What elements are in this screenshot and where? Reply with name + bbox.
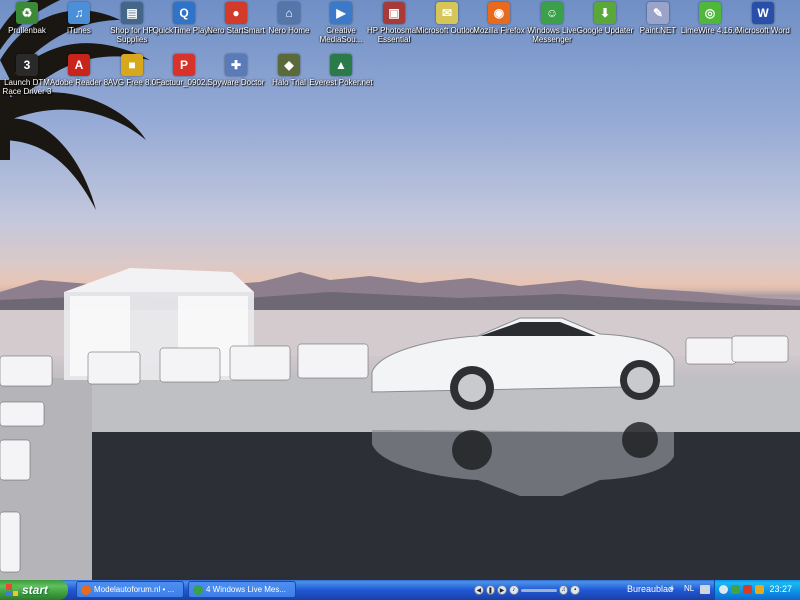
taskbar: start Modelautoforum.nl • ... 4 Windows … — [0, 580, 800, 600]
outlook-icon: ✉ — [436, 2, 458, 24]
desktop-toolbar-label[interactable]: Bureaublad — [627, 584, 673, 594]
adobe-reader-icon: A — [68, 54, 90, 76]
desktop-icon-word[interactable]: W Microsoft Word — [730, 2, 796, 35]
show-hidden-icons-icon[interactable] — [719, 585, 728, 594]
pause-icon[interactable]: ❚ — [485, 585, 496, 595]
previous-icon[interactable]: ◀ — [474, 585, 484, 595]
halo-icon: ◆ — [278, 54, 300, 76]
wallpaper — [0, 0, 800, 580]
messenger-icon — [193, 584, 203, 595]
security-shield-icon[interactable] — [743, 585, 752, 594]
google-updater-icon: ⬇ — [594, 2, 616, 24]
nero-home-icon: ⌂ — [278, 2, 300, 24]
spyware-doctor-icon: ✚ — [225, 54, 247, 76]
volume-max-icon[interactable]: ♫ — [558, 585, 569, 595]
limewire-icon: ◎ — [699, 2, 721, 24]
nero-startsmart-icon: ● — [225, 2, 247, 24]
messenger-icon: ☺ — [541, 2, 563, 24]
pdf-file-icon: P — [173, 54, 195, 76]
task-label: 4 Windows Live Mes... — [206, 585, 287, 594]
windows-flag-icon — [6, 584, 18, 596]
firefox-icon — [81, 584, 91, 595]
word-icon: W — [752, 2, 774, 24]
system-tray: 23:27 — [714, 580, 800, 600]
hp-shop-icon: ▤ — [121, 2, 143, 24]
itunes-icon: ♫ — [68, 2, 90, 24]
paintnet-icon: ✎ — [647, 2, 669, 24]
chevron-icon[interactable]: » — [669, 583, 674, 593]
desktop-icon-everest-poker[interactable]: ▲ Everest Poker.net — [308, 54, 374, 87]
language-indicator[interactable]: NL — [684, 584, 694, 593]
volume-slider[interactable] — [520, 588, 557, 592]
task-label: Modelautoforum.nl • ... — [94, 585, 175, 594]
desktop-icon-label: Everest Poker.net — [309, 78, 373, 87]
desktop-icon-label: Microsoft Word — [736, 26, 790, 35]
hp-photosmart-icon: ▣ — [383, 2, 405, 24]
desktop[interactable]: ♻ Prullenbak ♫ iTunes ▤ Shop for HP Supplies Q… — [0, 0, 800, 580]
media-options-icon[interactable]: ▪ — [570, 585, 580, 595]
taskbar-button-firefox[interactable]: Modelautoforum.nl • ... — [76, 581, 184, 598]
recycle-bin-icon: ♻ — [16, 2, 38, 24]
avg-tray-icon[interactable] — [755, 585, 764, 594]
dtm-race-driver-icon: 3 — [16, 54, 38, 76]
media-player-toolbar: ◀ ❚ ▶ ♪ ♫ ▪ — [474, 581, 580, 599]
taskbar-button-messenger[interactable]: 4 Windows Live Mes... — [188, 581, 296, 598]
quicktime-icon: Q — [173, 2, 195, 24]
start-button[interactable]: start — [0, 580, 68, 600]
firefox-icon: ◉ — [488, 2, 510, 24]
creative-mediasource-icon: ▶ — [330, 2, 352, 24]
next-icon[interactable]: ▶ — [497, 585, 507, 595]
clock[interactable]: 23:27 — [769, 584, 792, 594]
messenger-tray-icon[interactable] — [731, 585, 740, 594]
everest-poker-icon: ▲ — [330, 54, 352, 76]
avg-icon: ■ — [121, 54, 143, 76]
keyboard-icon[interactable] — [700, 585, 710, 594]
volume-icon[interactable]: ♪ — [508, 585, 519, 595]
start-label: start — [22, 583, 49, 597]
